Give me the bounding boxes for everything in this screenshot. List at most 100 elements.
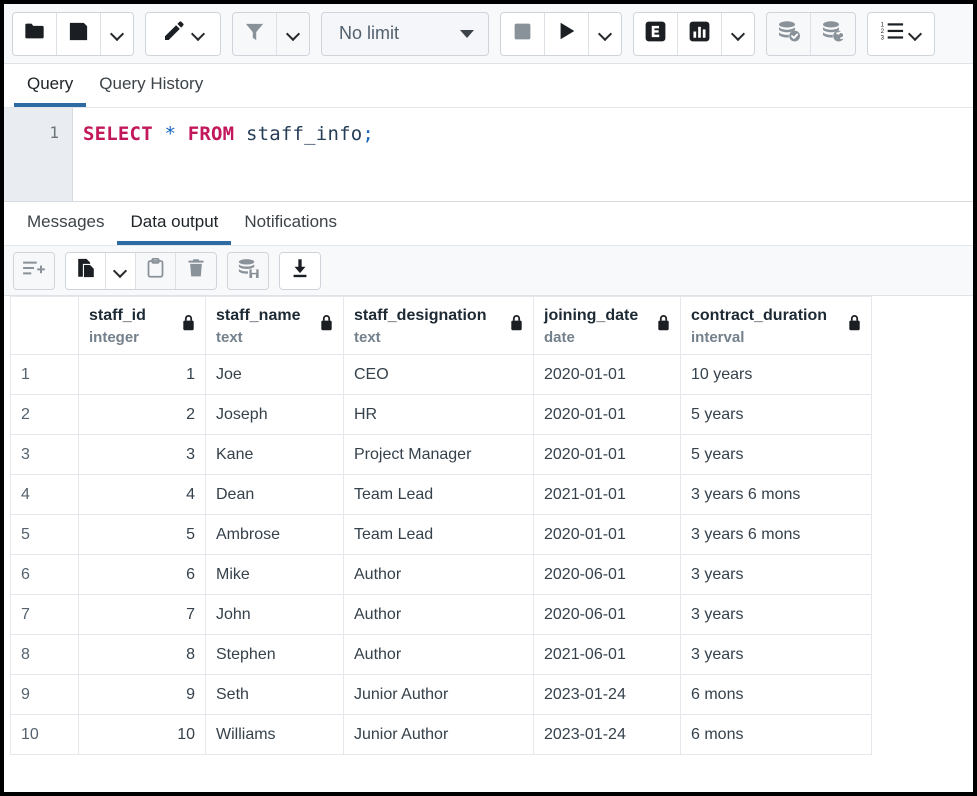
cell-staff_designation[interactable]: Team Lead: [344, 475, 534, 515]
table-row[interactable]: 99SethJunior Author2023-01-246 mons: [11, 675, 872, 715]
cell-staff_name[interactable]: Seth: [206, 675, 344, 715]
row-number-cell[interactable]: 7: [11, 595, 79, 635]
open-file-button[interactable]: [13, 13, 57, 55]
cell-staff_designation[interactable]: Author: [344, 635, 534, 675]
macros-button[interactable]: 1 2 3: [868, 13, 934, 55]
execute-button[interactable]: [545, 13, 589, 55]
explain-options-dropdown[interactable]: [722, 13, 754, 55]
row-number-cell[interactable]: 3: [11, 435, 79, 475]
column-header-joining_date[interactable]: joining_date date: [534, 297, 681, 355]
column-header-contract_duration[interactable]: contract_duration interval: [681, 297, 872, 355]
paste-button[interactable]: [136, 253, 176, 289]
row-limit-select[interactable]: No limit: [321, 12, 489, 56]
cell-staff_name[interactable]: John: [206, 595, 344, 635]
table-row[interactable]: 33KaneProject Manager2020-01-015 years: [11, 435, 872, 475]
filter-options-dropdown[interactable]: [277, 13, 309, 55]
cell-staff_designation[interactable]: CEO: [344, 355, 534, 395]
cell-staff_id[interactable]: 7: [79, 595, 206, 635]
add-row-button[interactable]: [14, 253, 54, 289]
table-row[interactable]: 77JohnAuthor2020-06-013 years: [11, 595, 872, 635]
cell-contract_duration[interactable]: 3 years: [681, 555, 872, 595]
row-number-cell[interactable]: 1: [11, 355, 79, 395]
cell-staff_id[interactable]: 10: [79, 715, 206, 755]
cell-staff_designation[interactable]: Team Lead: [344, 515, 534, 555]
cell-joining_date[interactable]: 2020-06-01: [534, 595, 681, 635]
cell-contract_duration[interactable]: 3 years 6 mons: [681, 475, 872, 515]
column-header-staff_designation[interactable]: staff_designation text: [344, 297, 534, 355]
cell-staff_designation[interactable]: Project Manager: [344, 435, 534, 475]
cell-contract_duration[interactable]: 5 years: [681, 435, 872, 475]
cell-contract_duration[interactable]: 5 years: [681, 395, 872, 435]
cell-joining_date[interactable]: 2023-01-24: [534, 675, 681, 715]
cell-joining_date[interactable]: 2021-06-01: [534, 635, 681, 675]
sql-code-area[interactable]: SELECT * FROM staff_info;: [73, 108, 973, 201]
cell-staff_name[interactable]: Ambrose: [206, 515, 344, 555]
cell-staff_name[interactable]: Kane: [206, 435, 344, 475]
cell-staff_id[interactable]: 9: [79, 675, 206, 715]
row-number-cell[interactable]: 9: [11, 675, 79, 715]
filter-button[interactable]: [233, 13, 277, 55]
row-number-cell[interactable]: 5: [11, 515, 79, 555]
cell-joining_date[interactable]: 2020-01-01: [534, 515, 681, 555]
cell-staff_name[interactable]: Williams: [206, 715, 344, 755]
cell-contract_duration[interactable]: 3 years: [681, 635, 872, 675]
rollback-button[interactable]: [811, 13, 855, 55]
cell-staff_designation[interactable]: Junior Author: [344, 675, 534, 715]
edit-button[interactable]: [146, 13, 220, 55]
row-number-cell[interactable]: 8: [11, 635, 79, 675]
cell-staff_id[interactable]: 5: [79, 515, 206, 555]
explain-button[interactable]: [634, 13, 678, 55]
save-file-button[interactable]: [57, 13, 101, 55]
cell-joining_date[interactable]: 2020-01-01: [534, 435, 681, 475]
save-data-changes-button[interactable]: [228, 253, 268, 289]
execute-options-dropdown[interactable]: [589, 13, 621, 55]
cell-staff_designation[interactable]: Author: [344, 555, 534, 595]
cell-staff_designation[interactable]: Junior Author: [344, 715, 534, 755]
tab-query[interactable]: Query: [14, 67, 86, 107]
table-row[interactable]: 55AmbroseTeam Lead2020-01-013 years 6 mo…: [11, 515, 872, 555]
commit-button[interactable]: [767, 13, 811, 55]
stop-button[interactable]: [501, 13, 545, 55]
cell-staff_designation[interactable]: Author: [344, 595, 534, 635]
cell-staff_name[interactable]: Joseph: [206, 395, 344, 435]
cell-joining_date[interactable]: 2020-01-01: [534, 395, 681, 435]
row-number-cell[interactable]: 4: [11, 475, 79, 515]
table-row[interactable]: 1010WilliamsJunior Author2023-01-246 mon…: [11, 715, 872, 755]
cell-staff_id[interactable]: 1: [79, 355, 206, 395]
table-row[interactable]: 88StephenAuthor2021-06-013 years: [11, 635, 872, 675]
cell-contract_duration[interactable]: 3 years 6 mons: [681, 515, 872, 555]
tab-notifications[interactable]: Notifications: [231, 205, 350, 245]
cell-staff_name[interactable]: Mike: [206, 555, 344, 595]
cell-contract_duration[interactable]: 6 mons: [681, 715, 872, 755]
tab-query-history[interactable]: Query History: [86, 67, 216, 107]
delete-row-button[interactable]: [176, 253, 216, 289]
cell-joining_date[interactable]: 2020-01-01: [534, 355, 681, 395]
cell-staff_name[interactable]: Dean: [206, 475, 344, 515]
tab-data-output[interactable]: Data output: [117, 205, 231, 245]
copy-button[interactable]: [66, 253, 106, 289]
row-number-cell[interactable]: 2: [11, 395, 79, 435]
cell-staff_id[interactable]: 3: [79, 435, 206, 475]
cell-contract_duration[interactable]: 6 mons: [681, 675, 872, 715]
table-row[interactable]: 44DeanTeam Lead2021-01-013 years 6 mons: [11, 475, 872, 515]
column-header-staff_id[interactable]: staff_id integer: [79, 297, 206, 355]
cell-joining_date[interactable]: 2020-06-01: [534, 555, 681, 595]
cell-staff_name[interactable]: Stephen: [206, 635, 344, 675]
save-options-dropdown[interactable]: [101, 13, 133, 55]
cell-contract_duration[interactable]: 3 years: [681, 595, 872, 635]
tab-messages[interactable]: Messages: [14, 205, 117, 245]
column-header-staff_name[interactable]: staff_name text: [206, 297, 344, 355]
cell-staff_id[interactable]: 4: [79, 475, 206, 515]
cell-contract_duration[interactable]: 10 years: [681, 355, 872, 395]
cell-joining_date[interactable]: 2021-01-01: [534, 475, 681, 515]
row-number-cell[interactable]: 10: [11, 715, 79, 755]
table-row[interactable]: 22JosephHR2020-01-015 years: [11, 395, 872, 435]
cell-staff_id[interactable]: 2: [79, 395, 206, 435]
cell-staff_id[interactable]: 8: [79, 635, 206, 675]
explain-analyze-button[interactable]: [678, 13, 722, 55]
download-csv-button[interactable]: [280, 253, 320, 289]
cell-staff_id[interactable]: 6: [79, 555, 206, 595]
copy-options-dropdown[interactable]: [106, 253, 136, 289]
sql-editor[interactable]: 1 SELECT * FROM staff_info;: [4, 108, 973, 202]
table-row[interactable]: 66MikeAuthor2020-06-013 years: [11, 555, 872, 595]
